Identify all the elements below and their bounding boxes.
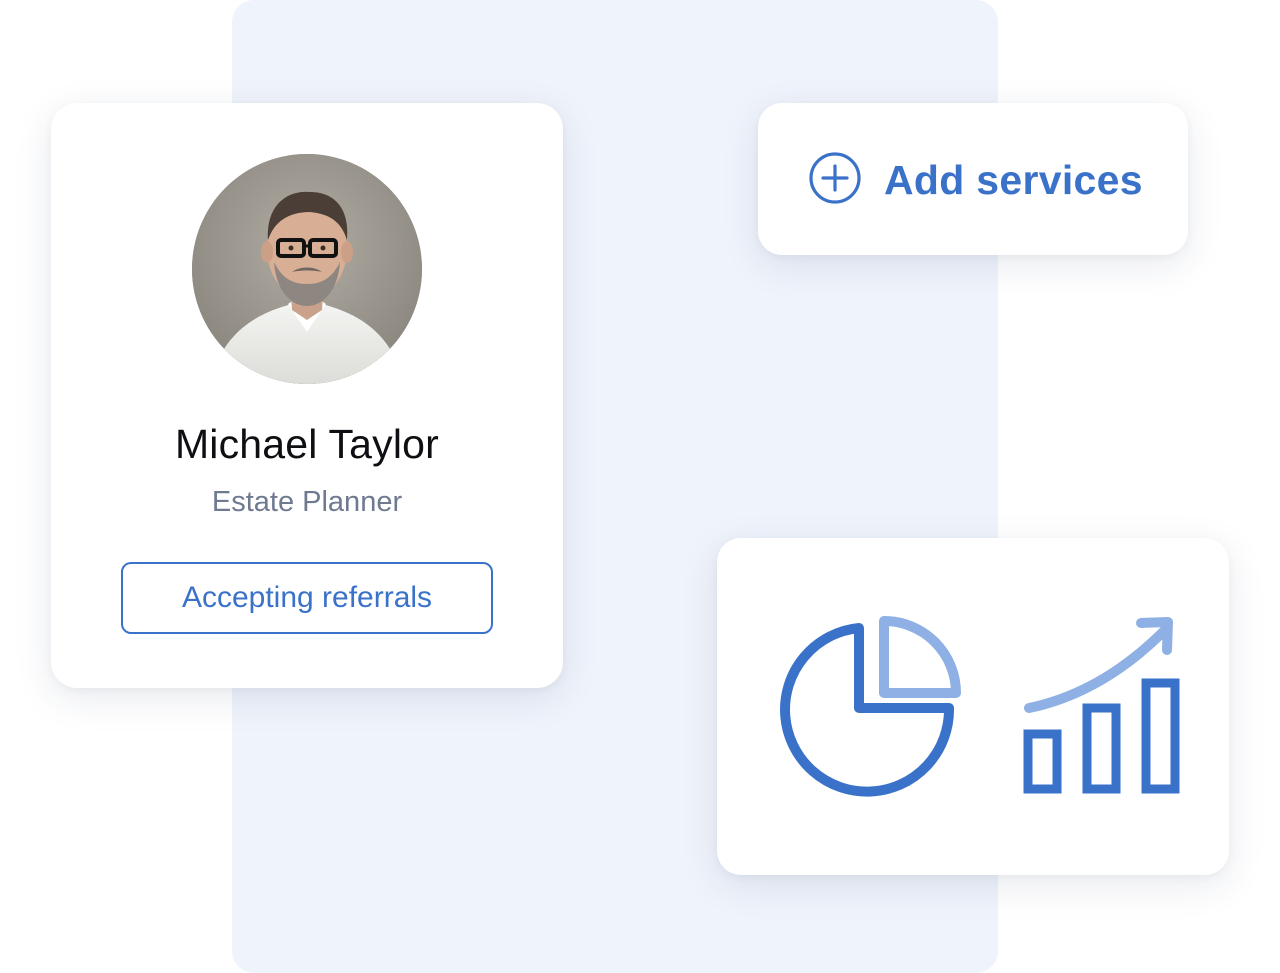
services-card: Add services [758,103,1188,255]
add-services-button[interactable]: Add services [808,151,1143,210]
avatar [192,154,422,384]
analytics-card [717,538,1229,875]
accepting-referrals-button[interactable]: Accepting referrals [121,562,493,634]
bar-growth-icon [1023,617,1180,794]
plus-circle-icon [808,151,862,210]
profile-name: Michael Taylor [174,421,440,467]
profile-role: Estate Planner [211,486,403,518]
marketing-illustration: Michael Taylor Estate Planner Accepting … [0,0,1280,973]
pie-chart-icon [780,616,961,797]
add-services-label: Add services [884,156,1143,203]
profile-card: Michael Taylor Estate Planner Accepting … [51,103,563,688]
